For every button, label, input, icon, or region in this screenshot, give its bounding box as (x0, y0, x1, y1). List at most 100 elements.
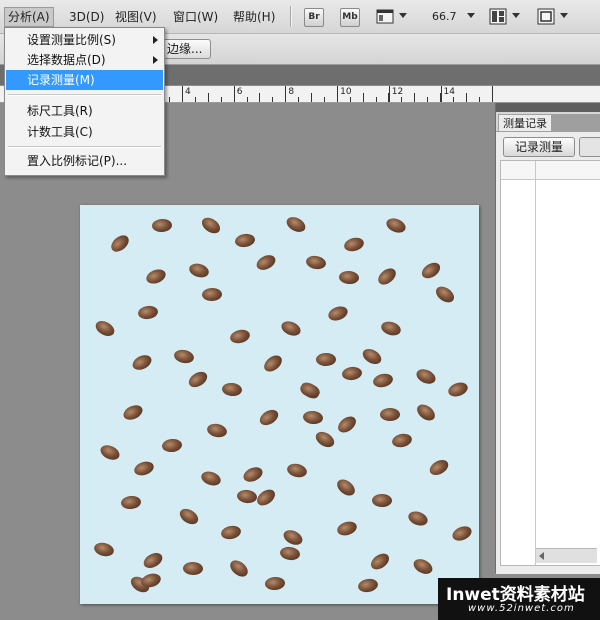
ruler-tick (311, 93, 312, 102)
canvas-object (284, 214, 308, 235)
menu-item-label: 置入比例标记(P)... (27, 154, 128, 168)
measurement-table[interactable] (500, 160, 600, 566)
canvas-object (219, 524, 243, 541)
menu-item-select-data-points[interactable]: 选择数据点(D) (6, 50, 163, 70)
horizontal-scrollbar[interactable] (536, 548, 597, 563)
canvas-object (446, 380, 470, 399)
canvas-object (380, 408, 400, 421)
menu-help[interactable]: 帮助(H) (230, 8, 278, 26)
menu-item-set-measurement-scale[interactable]: 设置测量比例(S) (6, 30, 163, 50)
canvas-object (182, 561, 204, 576)
table-header (501, 161, 600, 180)
menu-item-count-tool[interactable]: 计数工具(C) (6, 122, 163, 142)
menu-item-label: 选择数据点(D) (27, 53, 106, 67)
canvas-object (93, 317, 117, 340)
arrange-documents-icon[interactable] (489, 8, 507, 25)
ruler-major-tick (492, 86, 494, 102)
menu-item-label: 计数工具(C) (27, 125, 93, 139)
canvas-object (302, 409, 324, 426)
menu-window[interactable]: 窗口(W) (170, 8, 221, 26)
ruler-major-tick (388, 86, 390, 102)
ruler-tick (452, 97, 454, 102)
minibridge-button[interactable]: Mb (340, 8, 360, 27)
ruler-tick (298, 97, 300, 102)
canvas-object (406, 508, 430, 529)
canvas-object (234, 232, 256, 249)
menu-item-record-measurements[interactable]: 记录测量(M) (6, 70, 163, 90)
canvas-object (341, 365, 363, 382)
ruler-major-tick (440, 86, 442, 102)
ruler-tick-label: 6 (236, 87, 243, 97)
bridge-button[interactable]: Br (304, 8, 324, 27)
ruler-tick-label: 10 (340, 87, 352, 97)
canvas-object (285, 461, 309, 480)
canvas-object (121, 402, 145, 423)
panel-tab-area (552, 114, 600, 131)
ruler-tick-label: 12 (391, 87, 404, 97)
menu-item-label: 标尺工具(R) (27, 104, 93, 118)
chevron-down-icon[interactable] (467, 13, 475, 18)
ruler-major-tick (182, 86, 183, 102)
extras-icon[interactable] (376, 8, 394, 25)
canvas-object (414, 366, 438, 387)
panel-body: 记录测量 (496, 131, 600, 574)
scroll-left-icon[interactable] (539, 552, 544, 560)
canvas-object (98, 442, 122, 463)
canvas-object (144, 266, 168, 287)
canvas-object (241, 464, 265, 485)
canvas-object (227, 557, 251, 580)
tab-measurement-log[interactable]: 测量记录 (498, 114, 552, 132)
ruler-tick (207, 93, 209, 102)
chevron-down-icon[interactable] (560, 13, 568, 18)
canvas-object (205, 422, 229, 439)
chevron-down-icon[interactable] (399, 13, 407, 18)
watermark-text: Inwet资料素材站 (446, 585, 585, 605)
menu-item-place-scale-marker[interactable]: 置入比例标记(P)... (6, 151, 163, 171)
table-column-divider (535, 161, 536, 565)
canvas-object (335, 413, 359, 436)
refine-edge-button[interactable]: 边缘... (158, 39, 212, 59)
canvas-object (298, 381, 322, 400)
zoom-level[interactable]: 66.7 (432, 10, 457, 23)
canvas-object (279, 318, 303, 339)
document-canvas[interactable] (80, 205, 479, 604)
canvas-object (414, 401, 438, 424)
canvas-object (236, 488, 258, 505)
canvas-object (315, 352, 337, 367)
menu-separator (8, 94, 161, 96)
canvas-object (261, 352, 285, 375)
panel-options-button[interactable] (579, 137, 600, 157)
canvas-object (141, 549, 165, 572)
canvas-object (120, 495, 142, 510)
canvas-object (161, 437, 183, 454)
menu-analysis[interactable]: 分析(A) (4, 7, 54, 27)
canvas-object (151, 218, 173, 233)
measurement-log-panel: 测量记录 记录测量 (495, 103, 600, 574)
menu-item-ruler-tool[interactable]: 标尺工具(R) (6, 101, 163, 121)
panel-header[interactable] (496, 103, 600, 112)
canvas-object (281, 527, 305, 548)
canvas-object (130, 352, 154, 373)
canvas-object (335, 519, 359, 538)
canvas-object (199, 214, 223, 237)
canvas-object (199, 469, 223, 488)
menu-item-label: 设置测量比例(S) (27, 33, 116, 47)
canvas-object (360, 345, 384, 368)
ruler-major-tick (233, 86, 235, 102)
canvas-object (390, 432, 414, 449)
canvas-object (264, 576, 286, 591)
canvas-object (326, 303, 350, 324)
canvas-object (313, 428, 337, 451)
canvas-object (433, 283, 457, 306)
menu-3d[interactable]: 3D(D) (66, 8, 107, 26)
screen-mode-icon[interactable] (537, 8, 555, 25)
canvas-object (201, 287, 223, 302)
ruler-tick (272, 97, 274, 102)
record-measurement-button[interactable]: 记录测量 (503, 137, 575, 157)
ruler-major-tick (337, 86, 339, 102)
chevron-down-icon[interactable] (512, 13, 520, 18)
ruler-major-tick (285, 86, 287, 102)
canvas-object (172, 348, 196, 365)
menu-view[interactable]: 视图(V) (112, 8, 160, 26)
watermark-url: www.52inwet.com (468, 603, 575, 614)
